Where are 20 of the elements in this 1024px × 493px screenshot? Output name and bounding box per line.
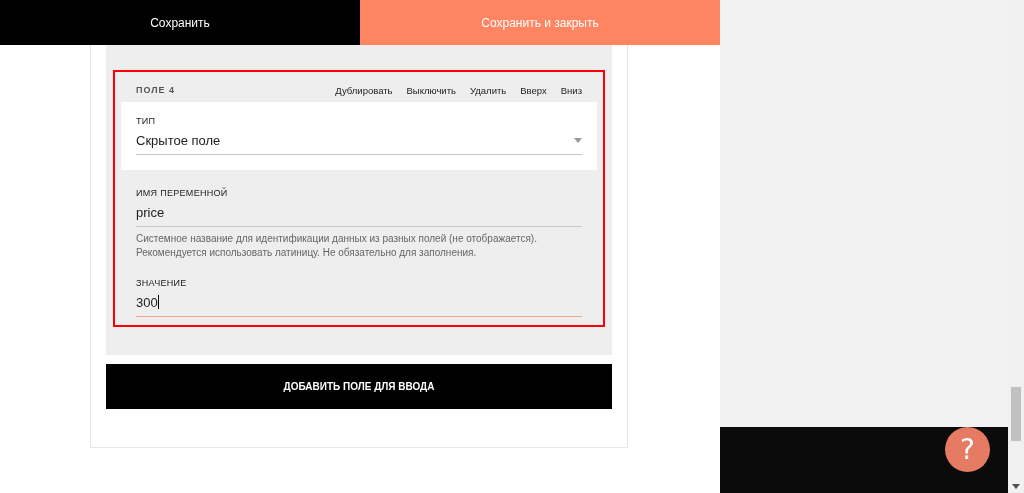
field-label: ИМЯ ПЕРЕМЕННОЙ: [136, 188, 229, 198]
action-link[interactable]: Вниз: [560, 84, 582, 96]
field-hint: Системное название для идентификации данных из разных полей (не отображается). Рекомендуется использовать латиницу. Не обязательно для заполнения.: [136, 232, 538, 260]
input-field[interactable]: price: [136, 198, 582, 227]
input-field[interactable]: 300: [136, 288, 582, 317]
scroll-thumb[interactable]: [1011, 387, 1021, 441]
scrollbar[interactable]: [1008, 0, 1024, 493]
field-title: ПОЛЕ 4: [136, 85, 176, 95]
field-label: ЗНАЧЕНИЕ: [136, 278, 188, 288]
action-link[interactable]: Удалить: [469, 84, 507, 96]
type-dropdown[interactable]: Скрытое поле: [136, 126, 582, 155]
action-link[interactable]: Дублировать: [335, 84, 393, 96]
scroll-down-icon[interactable]: [1012, 484, 1020, 489]
save-button[interactable]: Сохранить: [0, 0, 360, 45]
text-cursor: [157, 295, 159, 309]
field-label: ТИП: [136, 116, 157, 126]
action-link[interactable]: Выключить: [406, 84, 456, 96]
add-field-button[interactable]: ДОБАВИТЬ ПОЛЕ ДЛЯ ВВОДА: [106, 364, 612, 409]
dropdown-caret-icon[interactable]: [574, 137, 582, 143]
action-link[interactable]: Вверх: [520, 84, 547, 96]
